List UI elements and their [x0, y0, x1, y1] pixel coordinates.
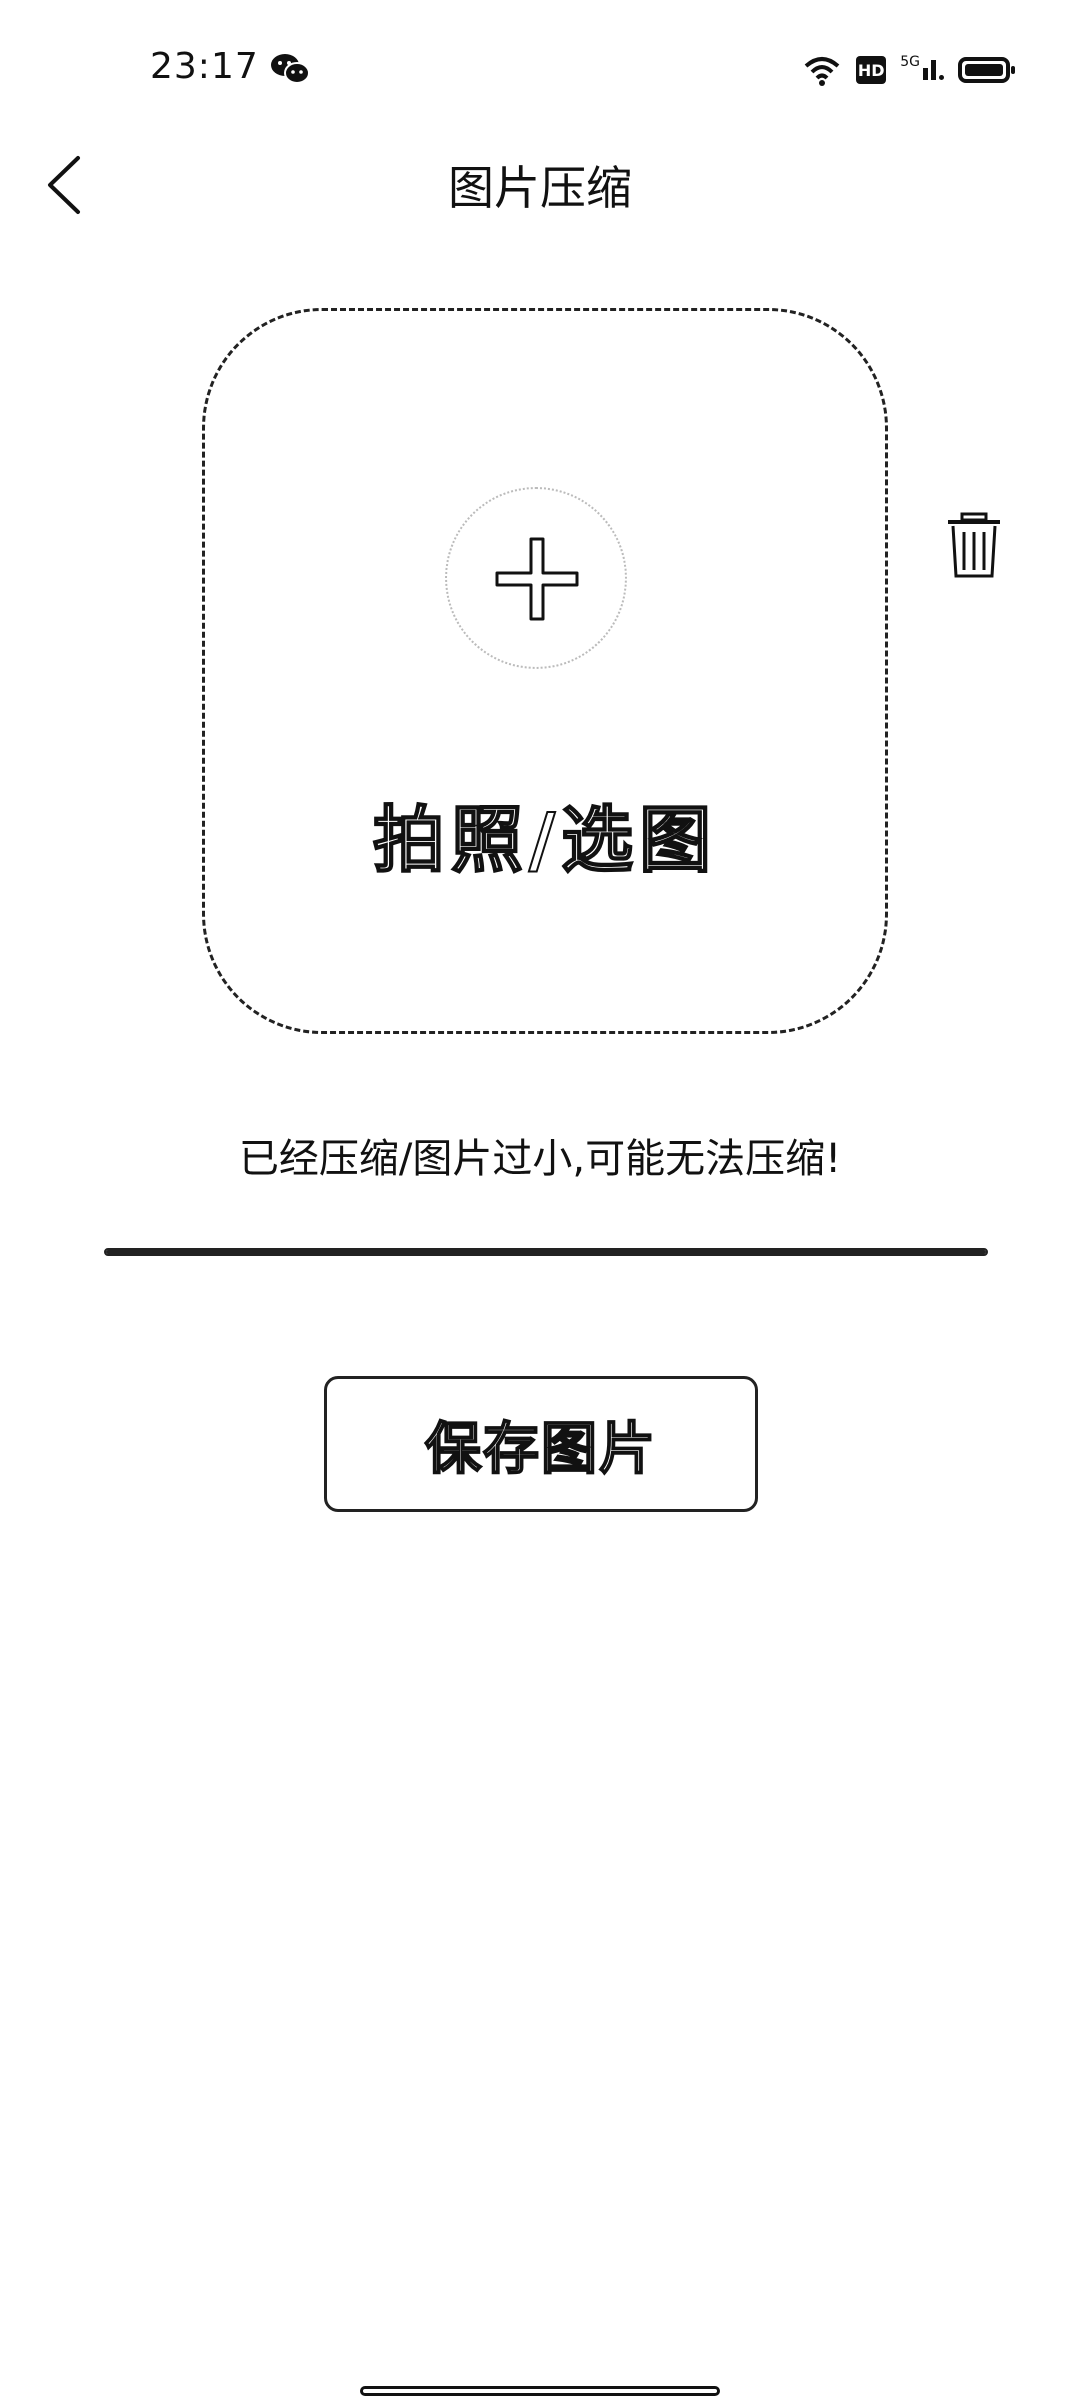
status-icons: HD 5G [802, 50, 1015, 90]
nav-bar: 图片压缩 [0, 140, 1080, 230]
status-time: 23:17 [150, 46, 259, 87]
take-photo-select-image-label: 拍照/选图 [372, 797, 718, 883]
wifi-icon [804, 57, 840, 86]
delete-image-button[interactable] [944, 512, 1004, 580]
plus-icon [495, 537, 579, 621]
compression-progress-bar [104, 1248, 988, 1256]
save-button-label: 保存图片 [424, 1416, 657, 1483]
home-indicator[interactable] [360, 2386, 720, 2396]
battery-icon [958, 57, 1015, 83]
hd-icon: HD [856, 56, 887, 84]
trash-icon [948, 512, 1000, 578]
image-picker-area[interactable]: 拍照/选图 [202, 308, 888, 1034]
network-label: 5G [900, 54, 920, 70]
page-title: 图片压缩 [448, 161, 632, 215]
wechat-icon [271, 54, 310, 84]
add-image-circle [445, 487, 627, 669]
signal-5g-icon: 5G [900, 54, 944, 80]
status-bar: 23:17 HD 5G [0, 0, 1080, 140]
progress-fill [106, 1250, 986, 1254]
compression-status-text: 已经压缩/图片过小,可能无法压缩! [238, 1136, 842, 1182]
save-image-button[interactable]: 保存图片 [324, 1376, 758, 1512]
